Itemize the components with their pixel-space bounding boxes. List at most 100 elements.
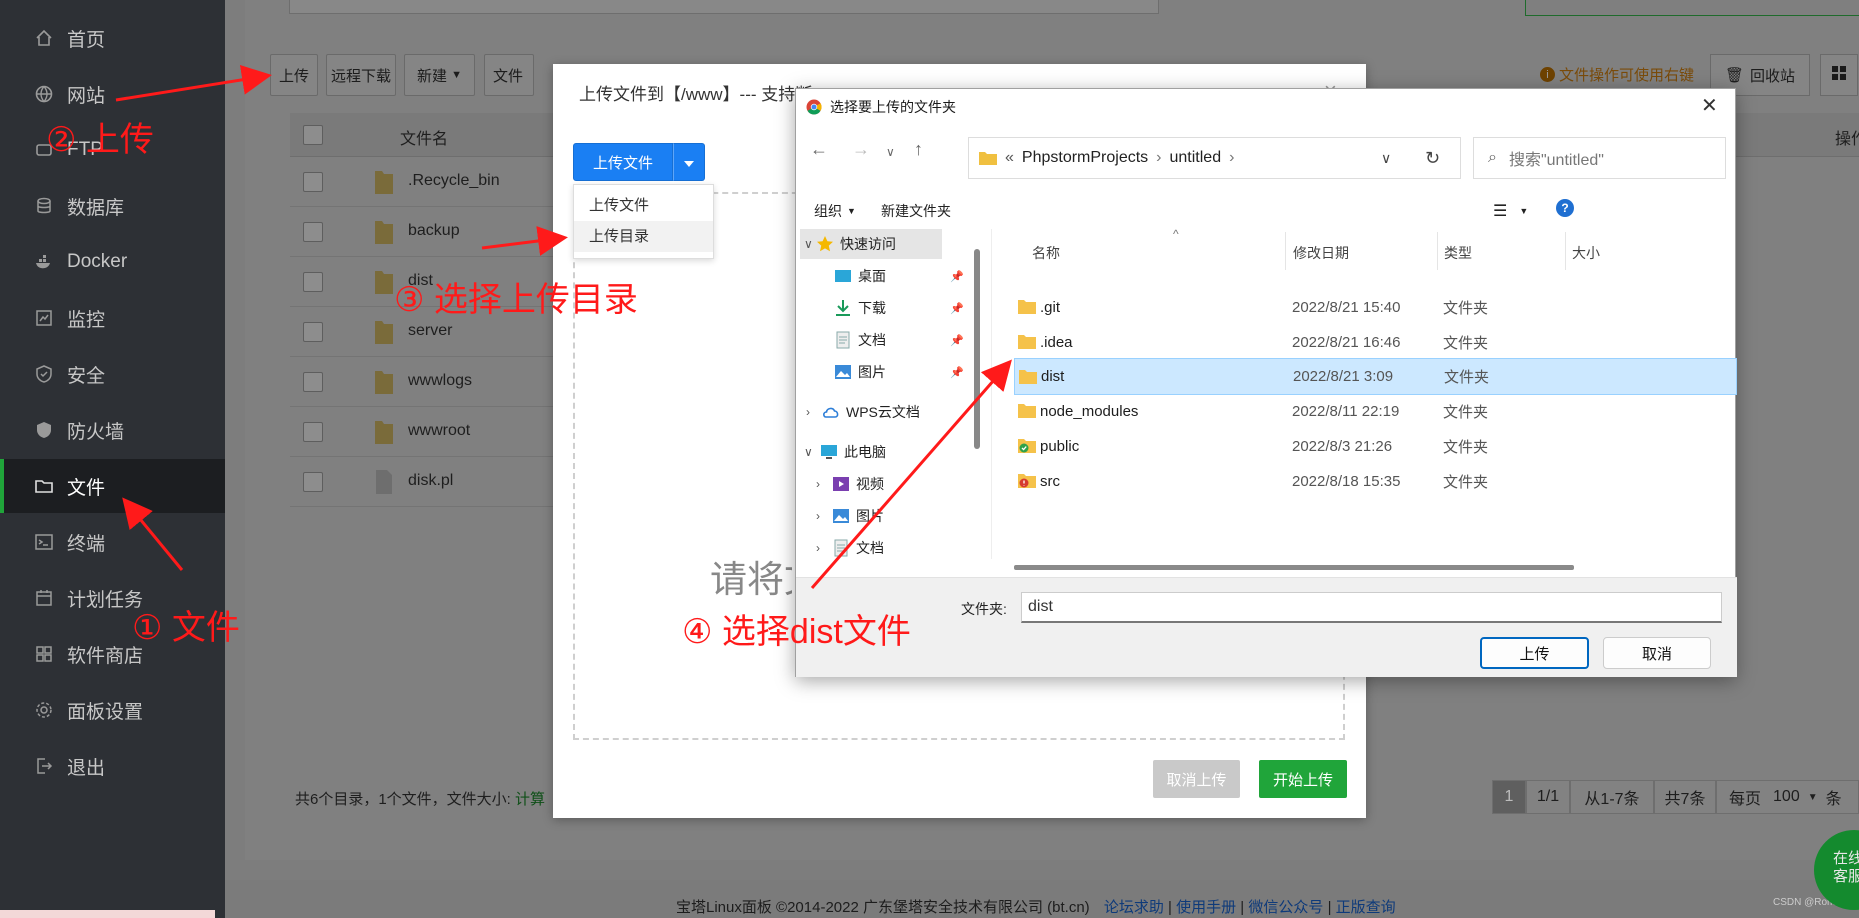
expand-icon[interactable]: › xyxy=(816,477,832,491)
expand-icon[interactable]: ∨ xyxy=(804,445,820,459)
address-bar[interactable]: « PhpstormProjects › untitled › ∨ ↻ xyxy=(968,137,1461,179)
list-item[interactable]: node_modules 2022/8/11 22:19 文件夹 xyxy=(1014,393,1737,430)
list-item[interactable]: .git 2022/8/21 15:40 文件夹 xyxy=(1014,289,1737,326)
file-menu-button[interactable]: 文件 xyxy=(484,54,534,96)
help-icon[interactable]: ? xyxy=(1556,199,1574,217)
license-link[interactable]: 正版查询 xyxy=(1336,899,1396,916)
folder-search-input[interactable]: ⌕ 搜索"untitled" xyxy=(1473,137,1726,179)
menu-upload-file[interactable]: 上传文件 xyxy=(574,190,713,221)
picker-cancel-button[interactable]: 取消 xyxy=(1603,637,1711,669)
row-checkbox[interactable] xyxy=(303,372,323,392)
sidebar-item-home[interactable]: 首页 xyxy=(0,11,225,65)
file-search-input[interactable] xyxy=(1525,0,1859,16)
col-separator[interactable] xyxy=(1285,232,1286,270)
view-options[interactable]: ☰ ▼ xyxy=(1493,201,1528,221)
nav-pictures[interactable]: 图片 📌 xyxy=(834,357,964,387)
file-name[interactable]: disk.pl xyxy=(408,472,453,490)
upload-dropdown-toggle[interactable] xyxy=(673,143,705,181)
nav-scrollbar[interactable] xyxy=(974,249,980,449)
close-icon[interactable]: ✕ xyxy=(1701,93,1718,118)
forward-arrow-icon[interactable]: → xyxy=(852,139,870,160)
path-input[interactable] xyxy=(289,0,1159,14)
new-folder-button[interactable]: 新建文件夹 xyxy=(881,201,951,221)
picker-upload-button[interactable]: 上传 xyxy=(1480,637,1589,669)
row-checkbox[interactable] xyxy=(303,172,323,192)
list-item[interactable]: src 2022/8/18 15:35 文件夹 xyxy=(1014,463,1737,500)
manual-link[interactable]: 使用手册 xyxy=(1176,899,1236,916)
nav-pc-pictures[interactable]: › 图片 xyxy=(816,501,966,531)
grid-view-button[interactable] xyxy=(1820,54,1858,96)
list-item[interactable]: public 2022/8/3 21:26 文件夹 xyxy=(1014,428,1737,465)
sidebar-item-terminal[interactable]: 终端 xyxy=(0,515,225,569)
select-all-checkbox[interactable] xyxy=(303,125,323,145)
col-separator[interactable] xyxy=(1437,232,1438,270)
nav-wps-cloud[interactable]: › WPS云文档 xyxy=(806,397,956,427)
nav-videos[interactable]: › 视频 xyxy=(816,469,966,499)
row-checkbox[interactable] xyxy=(303,422,323,442)
up-arrow-icon[interactable]: ↑ xyxy=(914,139,923,160)
list-item-selected[interactable]: dist 2022/8/21 3:09 文件夹 xyxy=(1014,358,1737,395)
right-click-hint[interactable]: i 文件操作可使用右键 xyxy=(1540,64,1694,85)
sidebar-item-label: 面板设置 xyxy=(67,701,144,723)
col-size[interactable]: 大小 xyxy=(1572,235,1600,271)
nav-pc-documents[interactable]: › 文档 xyxy=(816,533,966,563)
nav-this-pc[interactable]: ∨ 此电脑 xyxy=(804,437,954,467)
sidebar-item-firewall[interactable]: 防火墙 xyxy=(0,403,225,457)
page-current[interactable]: 1 xyxy=(1492,780,1526,814)
row-checkbox[interactable] xyxy=(303,322,323,342)
sidebar-item-docker[interactable]: Docker xyxy=(0,235,225,289)
per-page-control: 每页 100 ▼ 条 xyxy=(1716,780,1859,814)
row-checkbox[interactable] xyxy=(303,472,323,492)
start-upload-button[interactable]: 开始上传 xyxy=(1259,760,1347,798)
col-name[interactable]: 名称 xyxy=(1032,235,1060,271)
list-item[interactable]: .idea 2022/8/21 16:46 文件夹 xyxy=(1014,324,1737,361)
file-name[interactable]: wwwroot xyxy=(408,422,470,440)
file-name[interactable]: wwwlogs xyxy=(408,372,472,390)
breadcrumb-phpstorm[interactable]: PhpstormProjects xyxy=(1022,149,1148,167)
calculate-link[interactable]: 计算 xyxy=(515,791,545,808)
wechat-link[interactable]: 微信公众号 xyxy=(1248,899,1323,916)
back-arrow-icon[interactable]: ← xyxy=(810,139,828,160)
expand-icon[interactable]: › xyxy=(816,541,832,555)
horizontal-scrollbar[interactable] xyxy=(1014,565,1574,570)
expand-icon[interactable]: › xyxy=(816,509,832,523)
organize-menu[interactable]: 组织 ▼ xyxy=(814,201,856,221)
sidebar-item-security[interactable]: 安全 xyxy=(0,347,225,401)
breadcrumb-untitled[interactable]: untitled xyxy=(1170,149,1222,167)
file-name[interactable]: .Recycle_bin xyxy=(408,172,500,190)
terminal-icon xyxy=(33,531,55,553)
col-separator[interactable] xyxy=(1565,232,1566,270)
picture-icon xyxy=(833,509,849,523)
expand-icon[interactable]: › xyxy=(806,405,822,419)
col-type[interactable]: 类型 xyxy=(1444,235,1472,271)
remote-download-button[interactable]: 远程下载 xyxy=(326,54,396,96)
recent-dropdown-icon[interactable]: ∨ xyxy=(886,145,895,159)
row-checkbox[interactable] xyxy=(303,222,323,242)
sidebar-item-files[interactable]: 文件 xyxy=(0,459,225,513)
sidebar-item-logout[interactable]: 退出 xyxy=(0,739,225,793)
cloud-icon xyxy=(823,407,839,418)
cancel-upload-button[interactable]: 取消上传 xyxy=(1153,760,1240,798)
chevron-down-icon[interactable]: ∨ xyxy=(1381,150,1391,167)
upload-button[interactable]: 上传 xyxy=(270,54,318,96)
row-checkbox[interactable] xyxy=(303,272,323,292)
upload-file-button[interactable]: 上传文件 xyxy=(573,143,673,181)
file-name[interactable]: server xyxy=(408,322,452,340)
refresh-icon[interactable]: ↻ xyxy=(1425,148,1440,169)
folder-name-input[interactable]: dist xyxy=(1021,592,1722,623)
nav-downloads[interactable]: 下载 📌 xyxy=(834,293,964,323)
nav-documents[interactable]: 文档 📌 xyxy=(834,325,964,355)
menu-upload-directory[interactable]: 上传目录 xyxy=(574,221,713,252)
sidebar-item-settings[interactable]: 面板设置 xyxy=(0,683,225,737)
per-page-select[interactable]: 100 ▼ xyxy=(1773,788,1818,806)
sidebar-item-database[interactable]: 数据库 xyxy=(0,179,225,233)
col-date[interactable]: 修改日期 xyxy=(1293,235,1349,271)
item-date: 2022/8/21 3:09 xyxy=(1293,368,1394,385)
new-button[interactable]: 新建 ▼ xyxy=(404,54,475,96)
forum-link[interactable]: 论坛求助 xyxy=(1104,899,1164,916)
expand-icon[interactable]: ∨ xyxy=(800,237,816,251)
nav-quick-access[interactable]: ∨ 快速访问 xyxy=(800,229,942,259)
file-name[interactable]: backup xyxy=(408,222,460,240)
nav-desktop[interactable]: 桌面 📌 xyxy=(834,261,964,291)
sidebar-item-monitor[interactable]: 监控 xyxy=(0,291,225,345)
